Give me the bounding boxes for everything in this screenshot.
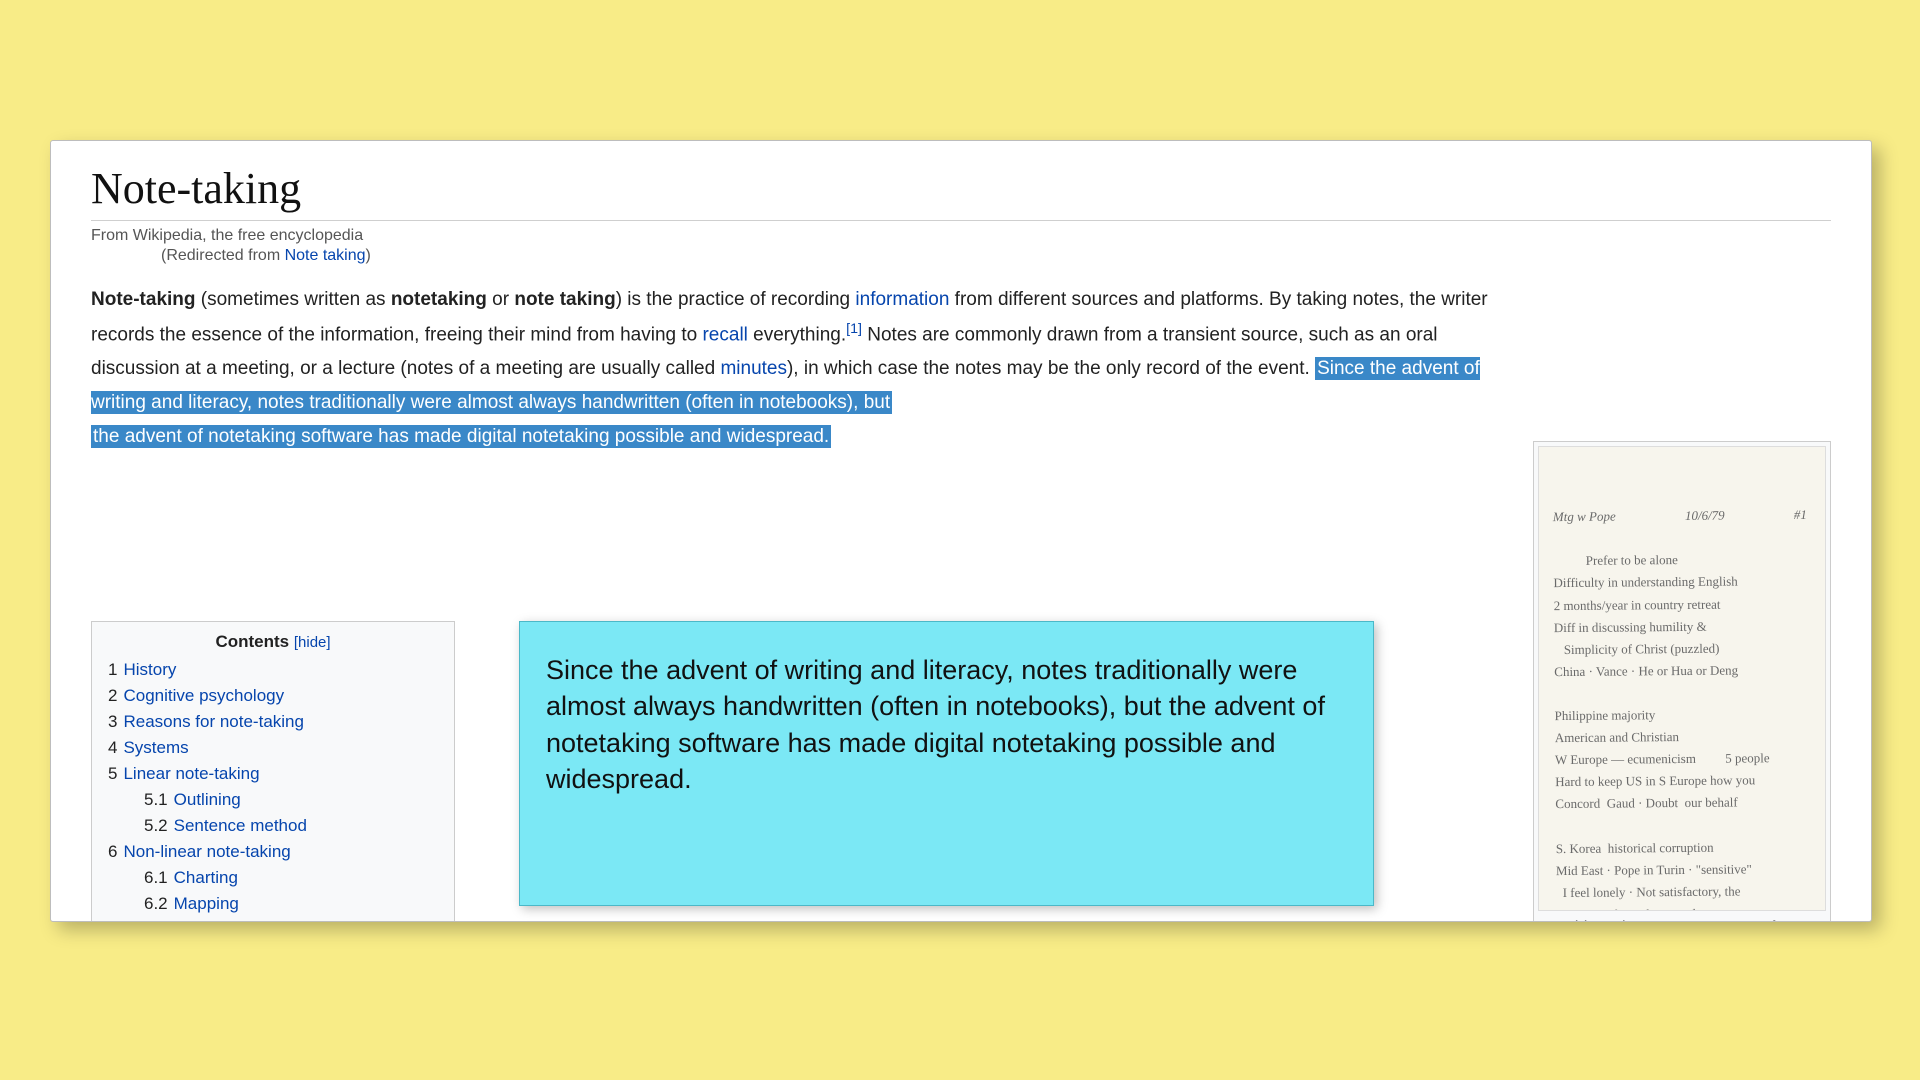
toc-link-cognitive[interactable]: Cognitive psychology xyxy=(123,686,284,705)
lead-paragraph: Note-taking (sometimes written as noteta… xyxy=(91,283,1491,453)
toc-link-mapping[interactable]: Mapping xyxy=(174,894,239,913)
toc-num: 2 xyxy=(108,686,117,705)
toc-item-6-1: 6.1 Charting xyxy=(108,868,438,888)
lead-t2: or xyxy=(487,289,514,310)
lead-link-information[interactable]: information xyxy=(855,289,949,310)
source-line: From Wikipedia, the free encyclopedia xyxy=(91,227,1831,245)
toc-link-outlining[interactable]: Outlining xyxy=(174,790,241,809)
lead-link-recall[interactable]: recall xyxy=(702,324,747,345)
lead-link-minutes[interactable]: minutes xyxy=(720,358,787,379)
toc-link-linear[interactable]: Linear note-taking xyxy=(123,764,259,783)
lead-t3: ) is the practice of recording xyxy=(616,289,856,310)
toc-item-5: 5 Linear note-taking xyxy=(108,764,438,784)
toc-num: 6 xyxy=(108,842,117,861)
toc-num: 5.2 xyxy=(144,816,168,835)
handwriting-sample: Mtg w Pope 10/6/79 #1 Prefer to be alone… xyxy=(1552,460,1811,911)
toc-link-reasons[interactable]: Reasons for note-taking xyxy=(123,712,304,731)
figure-caption: President Jimmy Carter's Notes from his … xyxy=(1542,919,1803,922)
lead-bold-3: note taking xyxy=(514,289,615,310)
redirected-suffix: ) xyxy=(366,247,371,264)
hand-header-center: 10/6/79 xyxy=(1685,505,1725,527)
enlarge-icon[interactable] xyxy=(1804,921,1822,922)
lead-bold-2: notetaking xyxy=(391,289,487,310)
hand-body: Prefer to be alone Difficulty in underst… xyxy=(1553,552,1801,911)
toc-num: 6.1 xyxy=(144,868,168,887)
figure-image-link[interactable]: Mtg w Pope 10/6/79 #1 Prefer to be alone… xyxy=(1538,446,1826,911)
toc-link-systems[interactable]: Systems xyxy=(123,738,188,757)
toc-link-nonlinear[interactable]: Non-linear note-taking xyxy=(123,842,290,861)
toc-num: 6.3 xyxy=(144,920,168,922)
toc-item-1: 1 History xyxy=(108,660,438,680)
redirected-line: (Redirected from Note taking) xyxy=(161,247,1831,265)
toc-box: Contents [hide] 1 History 2 Cognitive psyc… xyxy=(91,621,455,922)
figure-box: Mtg w Pope 10/6/79 #1 Prefer to be alone… xyxy=(1533,441,1831,922)
toc-item-5-2: 5.2 Sentence method xyxy=(108,816,438,836)
toc-item-4: 4 Systems xyxy=(108,738,438,758)
sticky-note-overlay[interactable]: Since the advent of writing and literacy… xyxy=(519,621,1374,906)
lead-highlight-line2: the advent of notetaking software has ma… xyxy=(91,425,831,448)
toc-item-6-2: 6.2 Mapping xyxy=(108,894,438,914)
toc-item-2: 2 Cognitive psychology xyxy=(108,686,438,706)
lead-t7: ), in which case the notes may be the on… xyxy=(787,358,1315,379)
toc-num: 6.2 xyxy=(144,894,168,913)
page-title: Note-taking xyxy=(91,163,1831,221)
lead-t1: (sometimes written as xyxy=(196,289,391,310)
toc-item-3: 3 Reasons for note-taking xyxy=(108,712,438,732)
toc-link-sentence[interactable]: Sentence method xyxy=(174,816,307,835)
toc-num: 5 xyxy=(108,764,117,783)
toc-num: 1 xyxy=(108,660,117,679)
hand-header-left: Mtg w Pope xyxy=(1553,506,1616,529)
redirected-prefix: (Redirected from xyxy=(161,247,285,264)
figure-image: Mtg w Pope 10/6/79 #1 Prefer to be alone… xyxy=(1538,446,1826,911)
toc-hide-link[interactable]: hide xyxy=(298,634,326,651)
article-card: Note-taking From Wikipedia, the free enc… xyxy=(50,140,1872,922)
hand-header-right: #1 xyxy=(1794,504,1807,526)
lead-t5: everything. xyxy=(748,324,846,345)
toc-num: 5.1 xyxy=(144,790,168,809)
toc-num: 3 xyxy=(108,712,117,731)
toc-link-history[interactable]: History xyxy=(123,660,176,679)
lead-ref-1[interactable]: [1] xyxy=(846,321,862,337)
redirected-link[interactable]: Note taking xyxy=(285,247,366,264)
toc-item-6-3: 6.3 Cornell Notes xyxy=(108,920,438,922)
toc-item-5-1: 5.1 Outlining xyxy=(108,790,438,810)
toc-num: 4 xyxy=(108,738,117,757)
toc-heading: Contents xyxy=(215,632,289,651)
toc-item-6: 6 Non-linear note-taking xyxy=(108,842,438,862)
toc-title: Contents [hide] xyxy=(108,632,438,652)
figure-caption-row: President Jimmy Carter's Notes from his … xyxy=(1538,911,1826,922)
toc-link-charting[interactable]: Charting xyxy=(174,868,238,887)
lead-bold-1: Note-taking xyxy=(91,289,196,310)
toc-link-cornell[interactable]: Cornell Notes xyxy=(174,920,277,922)
